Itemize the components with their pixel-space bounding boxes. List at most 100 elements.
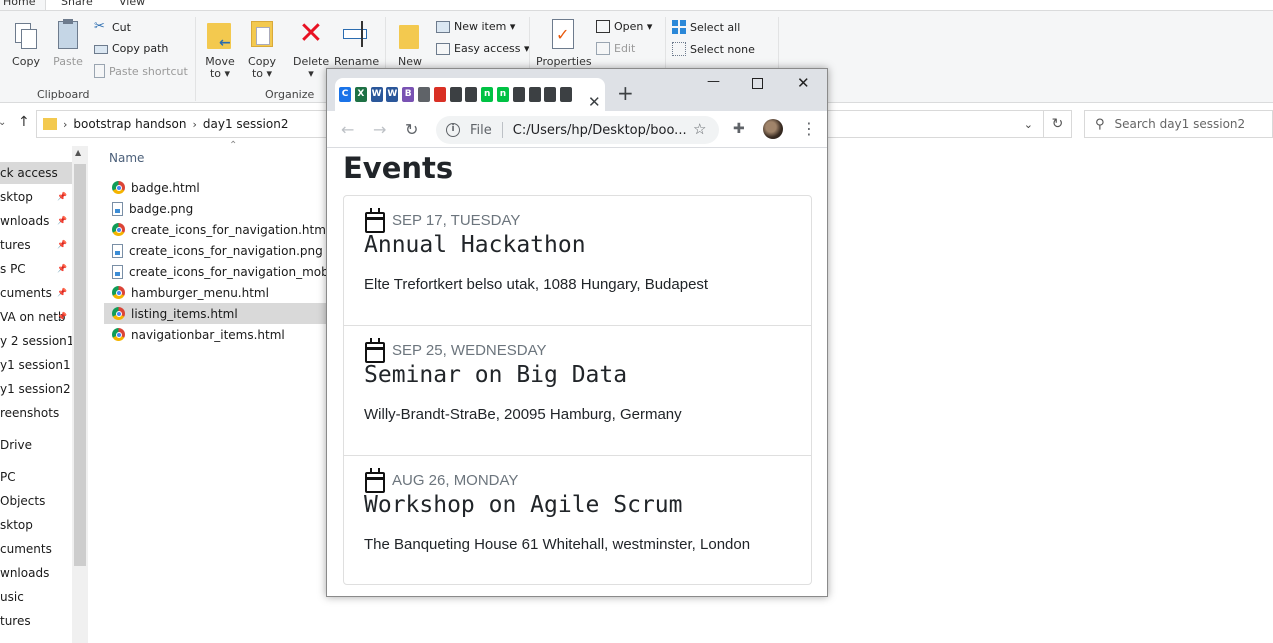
- pin-icon[interactable]: 📌: [57, 282, 67, 304]
- nav-item[interactable]: tures 📌: [0, 234, 72, 256]
- tab-favicon-icon: n: [481, 87, 494, 102]
- file-row[interactable]: create_icons_for_navigation_mobile.png: [104, 261, 334, 282]
- file-row[interactable]: hamburger_menu.html: [104, 282, 334, 303]
- refresh-button[interactable]: ↻: [1044, 110, 1072, 138]
- back-arrow-icon[interactable]: ←: [341, 120, 354, 139]
- window-close-icon[interactable]: ✕: [797, 74, 810, 92]
- pin-icon[interactable]: 📌: [57, 258, 67, 280]
- nav-item[interactable]: ck access: [0, 162, 72, 184]
- nav-item-label: ck access: [0, 166, 58, 180]
- chrome-file-icon: [112, 328, 125, 341]
- scroll-up-icon[interactable]: ▲: [75, 148, 81, 157]
- nav-item[interactable]: cuments 📌: [0, 282, 72, 304]
- maximize-icon[interactable]: [752, 78, 763, 89]
- nav-item[interactable]: wnloads: [0, 562, 72, 584]
- copy-to-button[interactable]: Copy to ▾: [245, 19, 279, 80]
- file-row[interactable]: badge.png: [104, 198, 334, 219]
- nav-item[interactable]: usic: [0, 586, 72, 608]
- easy-access-button[interactable]: Easy access ▾: [436, 42, 530, 55]
- nav-item[interactable]: Drive: [0, 434, 72, 456]
- nav-item[interactable]: wnloads 📌: [0, 210, 72, 232]
- scroll-thumb[interactable]: [74, 164, 86, 566]
- nav-item[interactable]: cuments: [0, 538, 72, 560]
- minimize-icon[interactable]: —: [707, 74, 720, 89]
- nav-item[interactable]: y 2 session1: [0, 330, 72, 352]
- nav-item-label: usic: [0, 590, 24, 604]
- file-row[interactable]: create_icons_for_navigation.html: [104, 219, 334, 240]
- copy-path-button[interactable]: Copy path: [94, 42, 168, 55]
- nav-item[interactable]: PC: [0, 466, 72, 488]
- file-row[interactable]: create_icons_for_navigation.png: [104, 240, 334, 261]
- nav-item[interactable]: VA on netb 📌: [0, 306, 72, 328]
- nav-item[interactable]: reenshots: [0, 402, 72, 424]
- profile-avatar[interactable]: [763, 119, 783, 139]
- tab-share[interactable]: Share: [61, 0, 93, 8]
- recent-locations-chevron-icon[interactable]: ⌄: [0, 117, 6, 128]
- tab-favicon-icon: [512, 87, 525, 102]
- nav-item[interactable]: y1 session2: [0, 378, 72, 400]
- omnibox[interactable]: i File C:/Users/hp/Desktop/boo...: [436, 116, 719, 144]
- pin-icon[interactable]: 📌: [57, 186, 67, 208]
- up-arrow-icon[interactable]: ↑: [18, 114, 30, 130]
- file-name: create_icons_for_navigation.html: [131, 222, 330, 237]
- close-tab-icon[interactable]: ✕: [588, 93, 601, 111]
- tab-view[interactable]: View: [119, 0, 145, 8]
- browser-window: CXWWBnn ✕ + — ✕ ← → ↻ i File C:/Users/hp…: [326, 68, 828, 597]
- reload-icon[interactable]: ↻: [405, 120, 418, 139]
- nav-item[interactable]: sktop: [0, 514, 72, 536]
- new-item-button[interactable]: New item ▾: [436, 20, 515, 33]
- bookmark-star-icon[interactable]: ☆: [693, 120, 706, 138]
- pin-icon[interactable]: 📌: [57, 306, 67, 328]
- pin-icon[interactable]: 📌: [57, 234, 67, 256]
- nav-scrollbar[interactable]: ▲: [72, 146, 88, 643]
- nav-item[interactable]: y1 session1: [0, 354, 72, 376]
- breadcrumb-item[interactable]: bootstrap handson: [73, 117, 186, 131]
- calendar-icon: [365, 468, 385, 493]
- edit-button[interactable]: Edit: [596, 42, 635, 55]
- nav-item[interactable]: s PC 📌: [0, 258, 72, 280]
- tab-home[interactable]: Home: [0, 0, 46, 10]
- paste-button[interactable]: Paste: [52, 19, 84, 68]
- file-row[interactable]: badge.html: [104, 177, 334, 198]
- new-folder-button[interactable]: New: [395, 19, 425, 68]
- rename-button[interactable]: Rename: [334, 19, 379, 68]
- image-file-icon: [112, 264, 123, 279]
- omnibox-url[interactable]: C:/Users/hp/Desktop/boo...: [513, 123, 687, 138]
- new-tab-icon[interactable]: +: [617, 81, 634, 105]
- breadcrumb-chevron-icon[interactable]: ›: [63, 118, 67, 131]
- pin-icon[interactable]: 📌: [57, 210, 67, 232]
- breadcrumb-item[interactable]: day1 session2: [203, 117, 289, 131]
- open-button[interactable]: Open ▾: [596, 20, 652, 33]
- event-title: Workshop on Agile Scrum: [364, 492, 683, 518]
- cut-button[interactable]: ✂ Cut: [94, 20, 131, 34]
- nav-item[interactable]: tures: [0, 610, 72, 632]
- organize-group-label: Organize: [265, 88, 315, 101]
- file-row[interactable]: listing_items.html: [104, 303, 334, 324]
- info-icon[interactable]: i: [446, 123, 460, 137]
- image-file-icon: [112, 243, 123, 258]
- forward-arrow-icon[interactable]: →: [373, 120, 386, 139]
- nav-item-label: y1 session2: [0, 382, 71, 396]
- breadcrumb-chevron-icon[interactable]: ›: [192, 118, 196, 131]
- active-tab[interactable]: CXWWBnn ✕: [335, 78, 605, 111]
- clipboard-group-label: Clipboard: [37, 88, 90, 101]
- delete-button[interactable]: ✕ Delete ▾: [293, 19, 329, 81]
- properties-button[interactable]: ✓ Properties: [536, 19, 592, 68]
- properties-label: Properties: [536, 55, 592, 68]
- tab-favicon-icon: B: [402, 87, 415, 102]
- event-title: Seminar on Big Data: [364, 362, 628, 388]
- column-header-name[interactable]: Name: [109, 151, 144, 165]
- nav-item[interactable]: Objects: [0, 490, 72, 512]
- search-box[interactable]: ⚲ Search day1 session2: [1084, 110, 1273, 138]
- event-date: SEP 17, TUESDAY: [392, 212, 521, 229]
- copy-button[interactable]: Copy: [10, 19, 42, 68]
- file-row[interactable]: navigationbar_items.html: [104, 324, 334, 345]
- paste-shortcut-button[interactable]: Paste shortcut: [94, 64, 188, 78]
- select-all-button[interactable]: Select all: [672, 20, 740, 34]
- move-to-button[interactable]: ← Move to ▾: [203, 19, 237, 80]
- nav-item[interactable]: sktop 📌: [0, 186, 72, 208]
- address-dropdown-chevron-icon[interactable]: ⌄: [1024, 118, 1033, 131]
- extensions-puzzle-icon[interactable]: ✚: [733, 121, 745, 137]
- menu-kebab-icon[interactable]: ⋮: [801, 119, 817, 138]
- select-none-button[interactable]: Select none: [672, 42, 755, 56]
